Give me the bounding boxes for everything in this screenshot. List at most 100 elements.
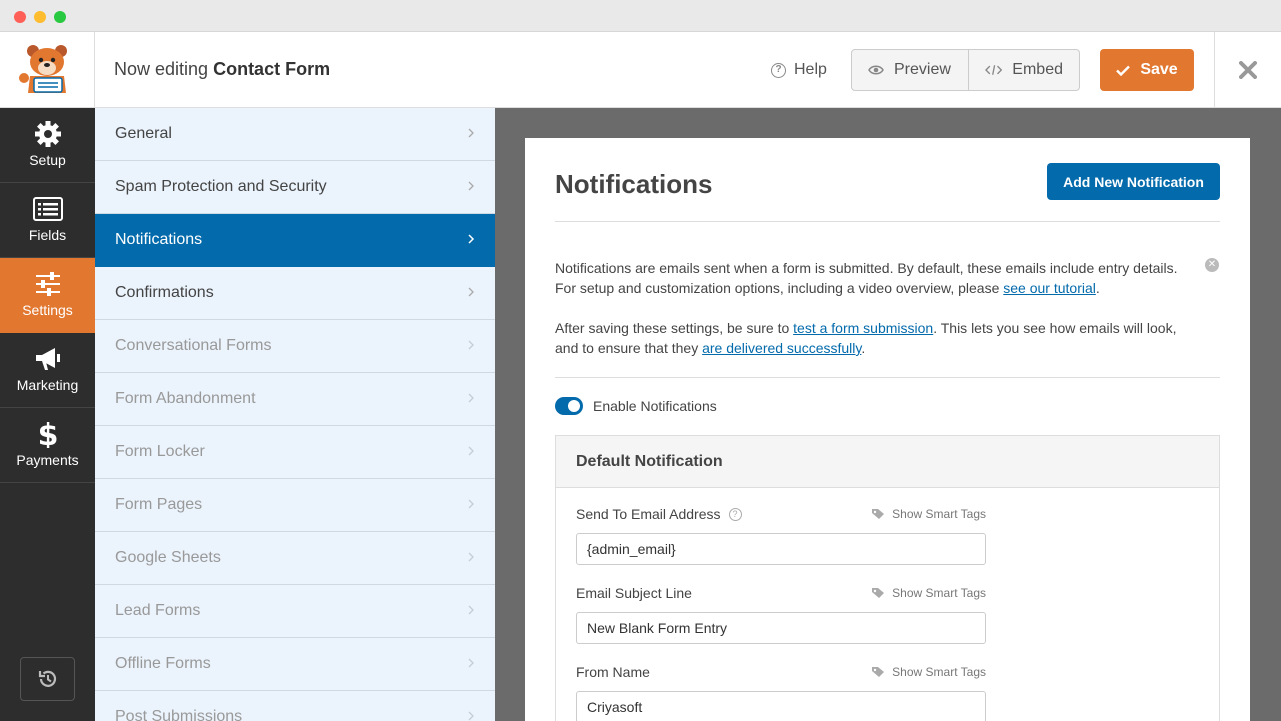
history-icon — [38, 670, 56, 687]
chevron-right-icon — [468, 128, 474, 138]
form-name: Contact Form — [213, 59, 331, 79]
preview-button[interactable]: Preview — [852, 50, 969, 90]
embed-label: Embed — [1012, 61, 1063, 78]
chevron-right-icon — [468, 181, 474, 191]
settings-item-label: Form Abandonment — [115, 390, 256, 407]
settings-item-form-abandonment[interactable]: Form Abandonment — [95, 373, 495, 426]
notice-paragraph: Notifications are emails sent when a for… — [555, 258, 1185, 298]
question-icon: ? — [771, 62, 786, 78]
add-new-notification-button[interactable]: Add New Notification — [1047, 163, 1220, 200]
show-smart-tags-link[interactable]: Show Smart Tags — [866, 665, 986, 679]
chevron-right-icon — [468, 446, 474, 456]
settings-item-spam-protection[interactable]: Spam Protection and Security — [95, 161, 495, 214]
show-smart-tags-link[interactable]: Show Smart Tags — [866, 586, 986, 600]
settings-item-label: Google Sheets — [115, 549, 221, 566]
notification-heading[interactable]: Default Notification — [556, 436, 1219, 488]
save-button[interactable]: Save — [1100, 49, 1194, 91]
notice-text: After saving these settings, be sure to — [555, 320, 794, 336]
sidebar-item-marketing[interactable]: Marketing — [0, 333, 95, 408]
enable-notifications-toggle[interactable] — [555, 397, 583, 415]
sidebar-item-setup[interactable]: Setup — [0, 108, 95, 183]
help-label: Help — [794, 61, 827, 78]
window-minimize-dot[interactable] — [34, 11, 46, 23]
chevron-right-icon — [468, 605, 474, 615]
chevron-right-icon — [468, 711, 474, 721]
settings-item-label: Conversational Forms — [115, 337, 272, 354]
smart-tags-label: Show Smart Tags — [892, 665, 986, 679]
dismiss-notice-icon[interactable]: ✕ — [1205, 258, 1219, 272]
sidebar-item-label: Setup — [29, 152, 66, 168]
settings-item-google-sheets[interactable]: Google Sheets — [95, 532, 495, 585]
settings-item-post-submissions[interactable]: Post Submissions — [95, 691, 495, 721]
divider — [555, 377, 1220, 378]
notice-text: . — [861, 340, 866, 356]
smart-tags-label: Show Smart Tags — [892, 507, 986, 521]
settings-content-area: Notifications Add New Notification Notif… — [495, 108, 1281, 721]
divider — [555, 221, 1220, 222]
settings-item-form-pages[interactable]: Form Pages — [95, 479, 495, 532]
window-close-dot[interactable] — [14, 11, 26, 23]
code-icon — [985, 65, 1003, 75]
email-subject-input[interactable]: New Blank Form Entry — [576, 612, 986, 644]
delivered-successfully-link[interactable]: are delivered successfully — [702, 340, 861, 356]
from-name-input[interactable]: Criyasoft — [576, 691, 986, 721]
field-label-text: Email Subject Line — [576, 585, 692, 601]
test-submission-link[interactable]: test a form submission — [793, 320, 933, 336]
window-titlebar — [0, 0, 1281, 32]
settings-item-confirmations[interactable]: Confirmations — [95, 267, 495, 320]
sidebar-item-fields[interactable]: Fields — [0, 183, 95, 258]
settings-item-conversational-forms[interactable]: Conversational Forms — [95, 320, 495, 373]
send-to-email-input[interactable]: {admin_email} — [576, 533, 986, 565]
tags-icon — [872, 588, 885, 598]
chevron-right-icon — [468, 658, 474, 668]
notifications-panel: Notifications Add New Notification Notif… — [525, 138, 1250, 721]
panel-title: Notifications — [555, 169, 713, 199]
list-icon — [32, 197, 63, 221]
settings-item-general[interactable]: General — [95, 108, 495, 161]
default-notification-block: Default Notification Send To Email Addre… — [555, 435, 1220, 721]
from-name-label: From Name — [576, 664, 650, 680]
notice-text: . — [1095, 280, 1100, 296]
tags-icon — [872, 509, 885, 519]
chevron-right-icon — [468, 393, 474, 403]
dollar-icon: $ — [37, 420, 58, 448]
smart-tags-label: Show Smart Tags — [892, 586, 986, 600]
settings-submenu: General Spam Protection and Security Not… — [95, 108, 495, 721]
help-button[interactable]: ? Help — [771, 61, 827, 79]
window-zoom-dot[interactable] — [54, 11, 66, 23]
chevron-right-icon — [468, 287, 474, 297]
settings-item-label: Lead Forms — [115, 602, 201, 619]
settings-item-label: General — [115, 125, 172, 142]
chevron-right-icon — [468, 234, 475, 244]
revisions-button[interactable] — [20, 657, 75, 701]
show-smart-tags-link[interactable]: Show Smart Tags — [866, 507, 986, 521]
tags-icon — [872, 667, 885, 677]
gear-icon — [34, 121, 61, 147]
settings-item-label: Post Submissions — [115, 708, 243, 721]
svg-text:$: $ — [37, 420, 58, 448]
chevron-right-icon — [468, 552, 474, 562]
settings-item-lead-forms[interactable]: Lead Forms — [95, 585, 495, 638]
eye-icon — [868, 65, 884, 75]
settings-item-offline-forms[interactable]: Offline Forms — [95, 638, 495, 691]
settings-item-label: Spam Protection and Security — [115, 178, 327, 195]
embed-button[interactable]: Embed — [969, 50, 1079, 90]
send-to-email-label: Send To Email Address ? — [576, 506, 742, 522]
sidebar-item-settings[interactable]: Settings — [0, 258, 95, 333]
field-label-text: From Name — [576, 664, 650, 680]
preview-label: Preview — [894, 61, 951, 78]
email-subject-label: Email Subject Line — [576, 585, 692, 601]
chevron-right-icon — [468, 340, 474, 350]
settings-item-notifications[interactable]: Notifications — [95, 214, 495, 267]
settings-item-form-locker[interactable]: Form Locker — [95, 426, 495, 479]
field-label-text: Send To Email Address — [576, 506, 721, 522]
logo — [0, 32, 95, 108]
bear-logo-icon — [19, 45, 67, 93]
tutorial-link[interactable]: see our tutorial — [1003, 280, 1096, 296]
sidebar-item-payments[interactable]: $ Payments — [0, 408, 95, 483]
help-icon[interactable]: ? — [728, 507, 742, 521]
close-builder-button[interactable] — [1214, 32, 1281, 108]
sidebar-item-label: Payments — [16, 452, 79, 468]
title-prefix: Now editing — [114, 59, 209, 79]
sidebar-item-label: Marketing — [16, 377, 79, 393]
